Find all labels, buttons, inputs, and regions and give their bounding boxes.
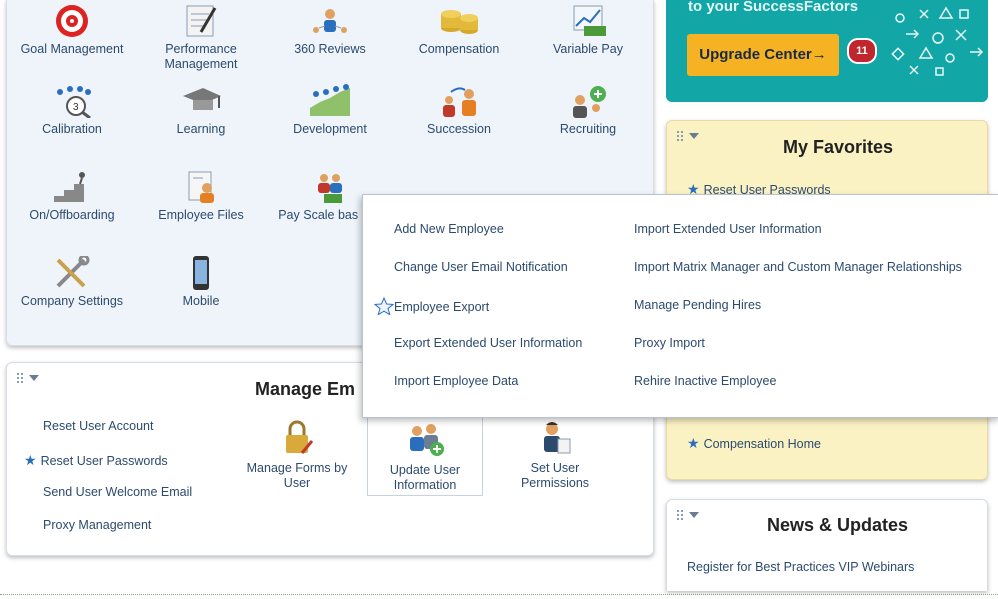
- upgrade-header: to your SuccessFactors: [688, 0, 859, 15]
- tile-label: Update User Information: [389, 463, 461, 492]
- menu-item-add-new-employee[interactable]: Add New Employee: [394, 222, 504, 236]
- tile-compensation[interactable]: Compensation: [399, 4, 519, 57]
- tile-calibration[interactable]: 3 Calibration: [12, 84, 132, 137]
- tile-on-offboarding[interactable]: On/Offboarding: [12, 170, 132, 223]
- coins-icon: [437, 4, 481, 38]
- target-icon: [50, 4, 94, 38]
- tile-employee-files[interactable]: Employee Files: [141, 170, 261, 223]
- menu-item-rehire-inactive-employee[interactable]: Rehire Inactive Employee: [634, 374, 776, 388]
- users-add-icon: [405, 421, 445, 457]
- tile-goal-management[interactable]: Goal Management: [12, 4, 132, 57]
- document-pen-icon: [179, 4, 223, 38]
- tile-label: Recruiting: [559, 122, 617, 136]
- tile-360-reviews[interactable]: 360 Reviews: [270, 4, 390, 57]
- favorite-compensation-home[interactable]: ★ Compensation Home: [687, 435, 821, 452]
- link-reset-user-account[interactable]: Reset User Account: [43, 419, 153, 433]
- tile-learning[interactable]: Learning: [141, 84, 261, 137]
- mobile-phone-icon: [179, 256, 223, 290]
- employee-file-icon: [179, 170, 223, 204]
- notification-badge[interactable]: 11: [847, 38, 877, 64]
- calibration-icon: 3: [50, 84, 94, 120]
- panel-title: Manage Em: [255, 379, 356, 399]
- chevron-down-icon[interactable]: [689, 133, 699, 139]
- tile-update-user-information[interactable]: Update User Information: [367, 416, 483, 496]
- tile-performance-management[interactable]: Performance Management: [141, 4, 261, 72]
- tile-set-user-permissions[interactable]: Set User Permissions: [497, 419, 613, 491]
- chevron-down-icon[interactable]: [29, 375, 39, 381]
- chart-money-icon: [566, 4, 610, 38]
- svg-text:3: 3: [73, 102, 79, 113]
- link-proxy-management[interactable]: Proxy Management: [43, 518, 151, 532]
- star-outline-icon[interactable]: [373, 296, 395, 316]
- tile-succession[interactable]: Succession: [399, 84, 519, 137]
- user-permissions-icon: [538, 419, 572, 455]
- tile-label: Compensation: [418, 42, 500, 56]
- decorative-pattern-icon: [891, 6, 984, 76]
- people-network-icon: [308, 4, 352, 38]
- tile-recruiting[interactable]: Recruiting: [528, 84, 648, 137]
- lock-edit-icon: [280, 419, 314, 455]
- link-reset-user-passwords[interactable]: ★ Reset User Passwords: [24, 452, 168, 469]
- menu-item-export-extended-user-info[interactable]: Export Extended User Information: [394, 336, 582, 350]
- tile-label: Mobile: [182, 294, 220, 308]
- menu-item-import-matrix-manager[interactable]: Import Matrix Manager and Custom Manager…: [634, 260, 962, 274]
- star-icon[interactable]: ★: [24, 452, 37, 468]
- tile-label: Performance Management: [164, 42, 238, 71]
- graduation-cap-icon: [179, 84, 223, 118]
- drag-handle-icon[interactable]: [677, 131, 699, 145]
- news-updates-panel: News & Updates Register for Best Practic…: [666, 499, 988, 591]
- tile-label: On/Offboarding: [29, 208, 115, 222]
- chevron-down-icon[interactable]: [689, 512, 699, 518]
- button-label: Upgrade Center: [699, 46, 812, 63]
- manage-employees-dropdown-menu: Add New Employee Change User Email Notif…: [362, 194, 998, 418]
- tile-label: 360 Reviews: [294, 42, 366, 56]
- pay-scale-icon: [308, 170, 352, 204]
- tile-company-settings[interactable]: Company Settings: [12, 254, 132, 309]
- tile-label: Development: [293, 122, 367, 136]
- growth-chart-icon: [308, 84, 352, 118]
- panel-title: News & Updates: [767, 515, 909, 535]
- link-label: Reset User Passwords: [40, 454, 168, 468]
- divider: [0, 594, 998, 595]
- tile-label: Variable Pay: [553, 42, 623, 56]
- star-icon[interactable]: ★: [687, 435, 700, 451]
- upgrade-center-button[interactable]: Upgrade Center→: [687, 34, 839, 76]
- menu-item-manage-pending-hires[interactable]: Manage Pending Hires: [634, 298, 761, 312]
- tile-label: Goal Management: [20, 42, 124, 56]
- panel-title: My Favorites: [783, 137, 894, 157]
- drag-handle-icon[interactable]: [677, 510, 699, 524]
- link-send-welcome-email[interactable]: Send User Welcome Email: [43, 485, 192, 499]
- menu-item-proxy-import[interactable]: Proxy Import: [634, 336, 705, 350]
- link-label: Compensation Home: [703, 437, 821, 451]
- tools-wrench-icon: [50, 254, 94, 290]
- tile-variable-pay[interactable]: Variable Pay: [528, 4, 648, 57]
- stairs-people-icon: [50, 170, 94, 204]
- menu-item-import-extended-user-info[interactable]: Import Extended User Information: [634, 222, 822, 236]
- news-item[interactable]: Register for Best Practices VIP Webinars: [687, 560, 914, 574]
- menu-item-employee-export[interactable]: Employee Export: [373, 296, 490, 316]
- tile-label: Employee Files: [158, 208, 244, 222]
- tile-manage-forms[interactable]: Manage Forms by User: [239, 419, 355, 491]
- menu-item-label: Employee Export: [394, 300, 490, 314]
- arrow-right-icon: →: [811, 46, 827, 63]
- drag-handle-icon[interactable]: [17, 373, 39, 387]
- recruiting-add-icon: [566, 84, 610, 118]
- tile-label: Learning: [176, 122, 226, 136]
- tile-label: Calibration: [42, 122, 102, 136]
- tile-label: Company Settings: [20, 294, 124, 308]
- tile-label: Manage Forms by User: [246, 461, 348, 490]
- tile-development[interactable]: Development: [270, 84, 390, 137]
- tile-label: Set User Permissions: [520, 461, 590, 490]
- tile-mobile[interactable]: Mobile: [141, 256, 261, 309]
- succession-people-icon: [437, 84, 481, 118]
- menu-item-change-email-notification[interactable]: Change User Email Notification: [394, 260, 568, 274]
- tile-label: Succession: [427, 122, 491, 136]
- menu-item-import-employee-data[interactable]: Import Employee Data: [394, 374, 518, 388]
- upgrade-panel: to your SuccessFactors Upgrade Center→ 1…: [666, 0, 988, 102]
